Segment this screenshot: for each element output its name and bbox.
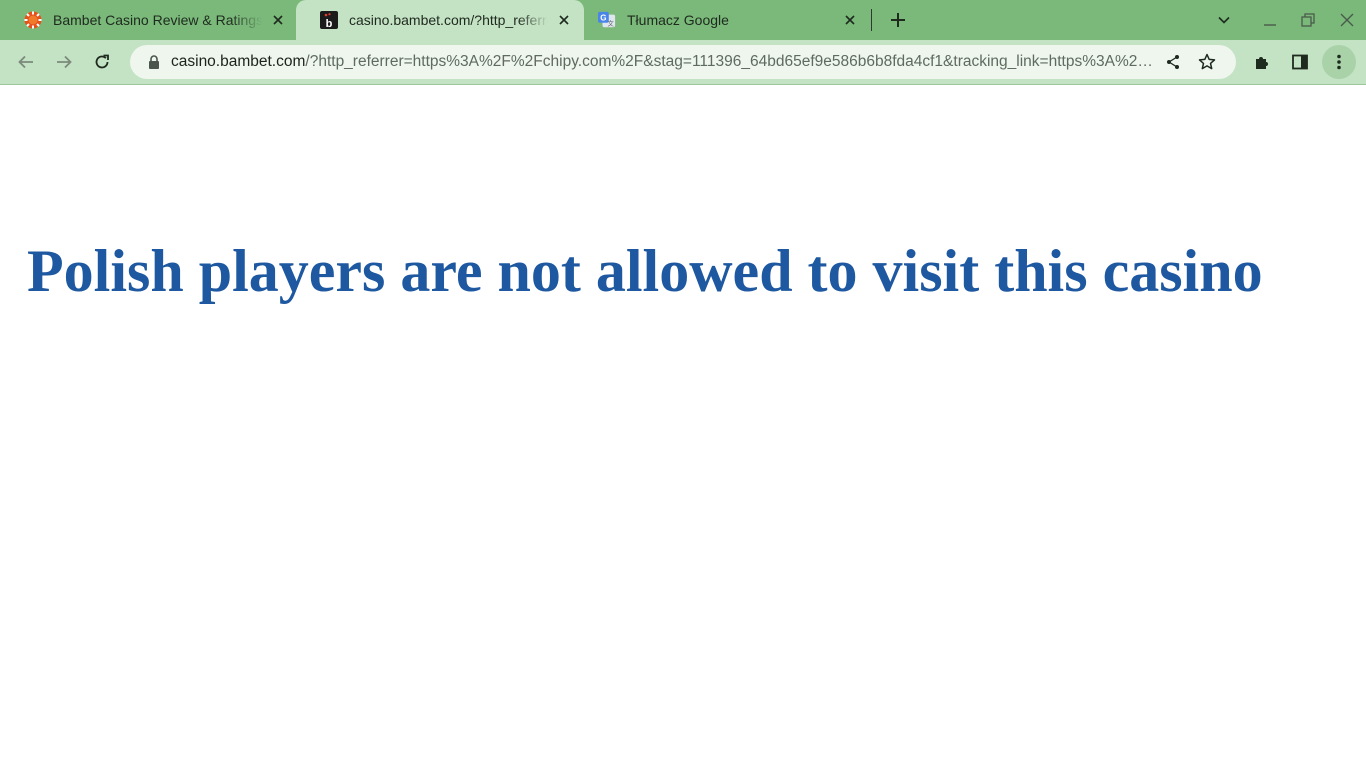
- tab-title: casino.bambet.com/?http_referrer=https%3…: [349, 12, 548, 28]
- tab-bambet-casino[interactable]: b casino.bambet.com/?http_referrer=https…: [296, 0, 584, 40]
- url-text[interactable]: casino.bambet.com/?http_referrer=https%3…: [171, 53, 1156, 71]
- restore-icon: [1301, 13, 1315, 27]
- page-content: Polish players are not allowed to visit …: [0, 85, 1366, 768]
- browser-menu-button[interactable]: [1322, 45, 1356, 79]
- minimize-icon: [1264, 24, 1276, 26]
- puzzle-icon: [1256, 57, 1268, 69]
- back-button[interactable]: [9, 45, 43, 79]
- extensions-button[interactable]: [1245, 45, 1279, 79]
- tab-google-translate[interactable]: G 文 Tłumacz Google: [574, 0, 870, 40]
- plus-icon: [891, 13, 905, 27]
- tab-strip: Bambet Casino Review & Ratings b casino.…: [0, 0, 1366, 40]
- restore-button[interactable]: [1294, 6, 1322, 34]
- blocked-message-heading: Polish players are not allowed to visit …: [27, 238, 1263, 304]
- tab-bambet-review[interactable]: Bambet Casino Review & Ratings: [0, 0, 298, 40]
- close-window-button[interactable]: [1333, 6, 1361, 34]
- svg-text:文: 文: [607, 18, 614, 27]
- tab-title: Bambet Casino Review & Ratings: [53, 12, 262, 28]
- reload-icon: [95, 54, 109, 69]
- forward-button[interactable]: [47, 45, 81, 79]
- side-panel-button[interactable]: [1283, 45, 1317, 79]
- bambet-b-icon: b: [320, 11, 338, 29]
- side-panel-icon: [1292, 54, 1308, 70]
- tab-title: Tłumacz Google: [627, 12, 729, 28]
- share-icon[interactable]: [1156, 48, 1190, 76]
- google-translate-icon: G 文: [598, 11, 616, 29]
- lock-icon[interactable]: [146, 54, 162, 70]
- tab-search-button[interactable]: [1210, 6, 1238, 34]
- url-host: casino.bambet.com: [171, 53, 306, 70]
- tab-separator: [871, 9, 872, 31]
- browser-toolbar: casino.bambet.com/?http_referrer=https%3…: [0, 40, 1366, 85]
- address-bar[interactable]: casino.bambet.com/?http_referrer=https%3…: [130, 45, 1236, 79]
- reload-button[interactable]: [85, 45, 119, 79]
- arrow-left-icon: [18, 55, 33, 69]
- casino-chip-icon: [24, 11, 42, 29]
- close-icon: [1340, 13, 1354, 27]
- svg-text:b: b: [326, 18, 333, 29]
- close-tab-icon[interactable]: [842, 12, 858, 28]
- more-vert-icon: [1337, 54, 1341, 70]
- svg-text:G: G: [600, 13, 606, 22]
- minimize-button[interactable]: [1256, 6, 1284, 34]
- bookmark-star-icon[interactable]: [1190, 48, 1224, 76]
- close-tab-icon[interactable]: [556, 12, 572, 28]
- arrow-right-icon: [57, 55, 72, 69]
- close-tab-icon[interactable]: [270, 12, 286, 28]
- new-tab-button[interactable]: [884, 6, 912, 34]
- chevron-down-icon: [1218, 16, 1230, 24]
- url-path: /?http_referrer=https%3A%2F%2Fchipy.com%…: [305, 53, 1156, 70]
